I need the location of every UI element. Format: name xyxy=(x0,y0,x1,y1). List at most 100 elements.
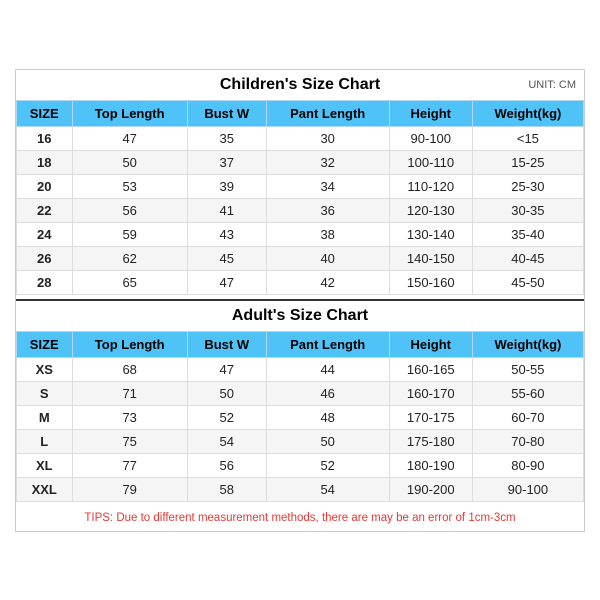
data-cell: 58 xyxy=(187,477,266,501)
data-cell: 54 xyxy=(266,477,389,501)
children-size-table: SIZE Top Length Bust W Pant Length Heigh… xyxy=(16,100,584,295)
adult-col-size: SIZE xyxy=(17,331,73,357)
data-cell: 80-90 xyxy=(472,453,583,477)
data-cell: 90-100 xyxy=(472,477,583,501)
adult-col-toplength: Top Length xyxy=(72,331,187,357)
data-cell: 62 xyxy=(72,246,187,270)
data-cell: 30 xyxy=(266,126,389,150)
adult-col-pantlength: Pant Length xyxy=(266,331,389,357)
data-cell: 50-55 xyxy=(472,357,583,381)
table-row: 1647353090-100<15 xyxy=(17,126,584,150)
data-cell: 52 xyxy=(266,453,389,477)
data-cell: 170-175 xyxy=(389,405,472,429)
table-row: 24594338130-14035-40 xyxy=(17,222,584,246)
tips-row: TIPS: Due to different measurement metho… xyxy=(16,502,584,531)
children-col-size: SIZE xyxy=(17,100,73,126)
data-cell: 160-170 xyxy=(389,381,472,405)
data-cell: 47 xyxy=(187,357,266,381)
data-cell: 50 xyxy=(187,381,266,405)
table-row: XS684744160-16550-55 xyxy=(17,357,584,381)
size-cell: M xyxy=(17,405,73,429)
children-col-height: Height xyxy=(389,100,472,126)
table-row: XL775652180-19080-90 xyxy=(17,453,584,477)
data-cell: 36 xyxy=(266,198,389,222)
size-cell: 26 xyxy=(17,246,73,270)
data-cell: 35-40 xyxy=(472,222,583,246)
size-cell: 18 xyxy=(17,150,73,174)
data-cell: 79 xyxy=(72,477,187,501)
data-cell: 45-50 xyxy=(472,270,583,294)
data-cell: 65 xyxy=(72,270,187,294)
table-row: 26624540140-15040-45 xyxy=(17,246,584,270)
data-cell: 54 xyxy=(187,429,266,453)
size-cell: XL xyxy=(17,453,73,477)
data-cell: 140-150 xyxy=(389,246,472,270)
adult-size-table: SIZE Top Length Bust W Pant Length Heigh… xyxy=(16,331,584,502)
data-cell: 150-160 xyxy=(389,270,472,294)
adult-col-height: Height xyxy=(389,331,472,357)
size-cell: XXL xyxy=(17,477,73,501)
data-cell: 120-130 xyxy=(389,198,472,222)
data-cell: 68 xyxy=(72,357,187,381)
data-cell: 47 xyxy=(187,270,266,294)
table-row: S715046160-17055-60 xyxy=(17,381,584,405)
unit-label: UNIT: CM xyxy=(528,79,576,91)
data-cell: 73 xyxy=(72,405,187,429)
data-cell: 56 xyxy=(72,198,187,222)
size-cell: 20 xyxy=(17,174,73,198)
size-cell: XS xyxy=(17,357,73,381)
adult-col-weight: Weight(kg) xyxy=(472,331,583,357)
tips-text: TIPS: Due to different measurement metho… xyxy=(84,512,515,524)
adult-section-title: Adult's Size Chart xyxy=(232,307,368,324)
data-cell: 70-80 xyxy=(472,429,583,453)
adult-title-row: Adult's Size Chart xyxy=(16,299,584,331)
data-cell: 77 xyxy=(72,453,187,477)
data-cell: 50 xyxy=(266,429,389,453)
children-col-pantlength: Pant Length xyxy=(266,100,389,126)
data-cell: 40-45 xyxy=(472,246,583,270)
children-section-title: Children's Size Chart xyxy=(220,76,380,93)
data-cell: 53 xyxy=(72,174,187,198)
data-cell: 37 xyxy=(187,150,266,174)
data-cell: 60-70 xyxy=(472,405,583,429)
data-cell: <15 xyxy=(472,126,583,150)
size-cell: 16 xyxy=(17,126,73,150)
children-col-toplength: Top Length xyxy=(72,100,187,126)
data-cell: 48 xyxy=(266,405,389,429)
data-cell: 59 xyxy=(72,222,187,246)
data-cell: 56 xyxy=(187,453,266,477)
adult-col-bustw: Bust W xyxy=(187,331,266,357)
data-cell: 190-200 xyxy=(389,477,472,501)
size-cell: 22 xyxy=(17,198,73,222)
data-cell: 175-180 xyxy=(389,429,472,453)
data-cell: 30-35 xyxy=(472,198,583,222)
adult-header-row: SIZE Top Length Bust W Pant Length Heigh… xyxy=(17,331,584,357)
table-row: 20533934110-12025-30 xyxy=(17,174,584,198)
data-cell: 130-140 xyxy=(389,222,472,246)
children-title-row: Children's Size Chart UNIT: CM xyxy=(16,70,584,100)
data-cell: 15-25 xyxy=(472,150,583,174)
data-cell: 46 xyxy=(266,381,389,405)
table-row: 28654742150-16045-50 xyxy=(17,270,584,294)
data-cell: 160-165 xyxy=(389,357,472,381)
children-col-bustw: Bust W xyxy=(187,100,266,126)
table-row: XXL795854190-20090-100 xyxy=(17,477,584,501)
data-cell: 110-120 xyxy=(389,174,472,198)
data-cell: 39 xyxy=(187,174,266,198)
data-cell: 25-30 xyxy=(472,174,583,198)
table-row: 18503732100-11015-25 xyxy=(17,150,584,174)
data-cell: 75 xyxy=(72,429,187,453)
size-cell: 24 xyxy=(17,222,73,246)
data-cell: 38 xyxy=(266,222,389,246)
size-cell: L xyxy=(17,429,73,453)
data-cell: 42 xyxy=(266,270,389,294)
data-cell: 90-100 xyxy=(389,126,472,150)
data-cell: 44 xyxy=(266,357,389,381)
data-cell: 43 xyxy=(187,222,266,246)
table-row: L755450175-18070-80 xyxy=(17,429,584,453)
data-cell: 52 xyxy=(187,405,266,429)
data-cell: 55-60 xyxy=(472,381,583,405)
table-row: 22564136120-13030-35 xyxy=(17,198,584,222)
data-cell: 45 xyxy=(187,246,266,270)
children-header-row: SIZE Top Length Bust W Pant Length Heigh… xyxy=(17,100,584,126)
